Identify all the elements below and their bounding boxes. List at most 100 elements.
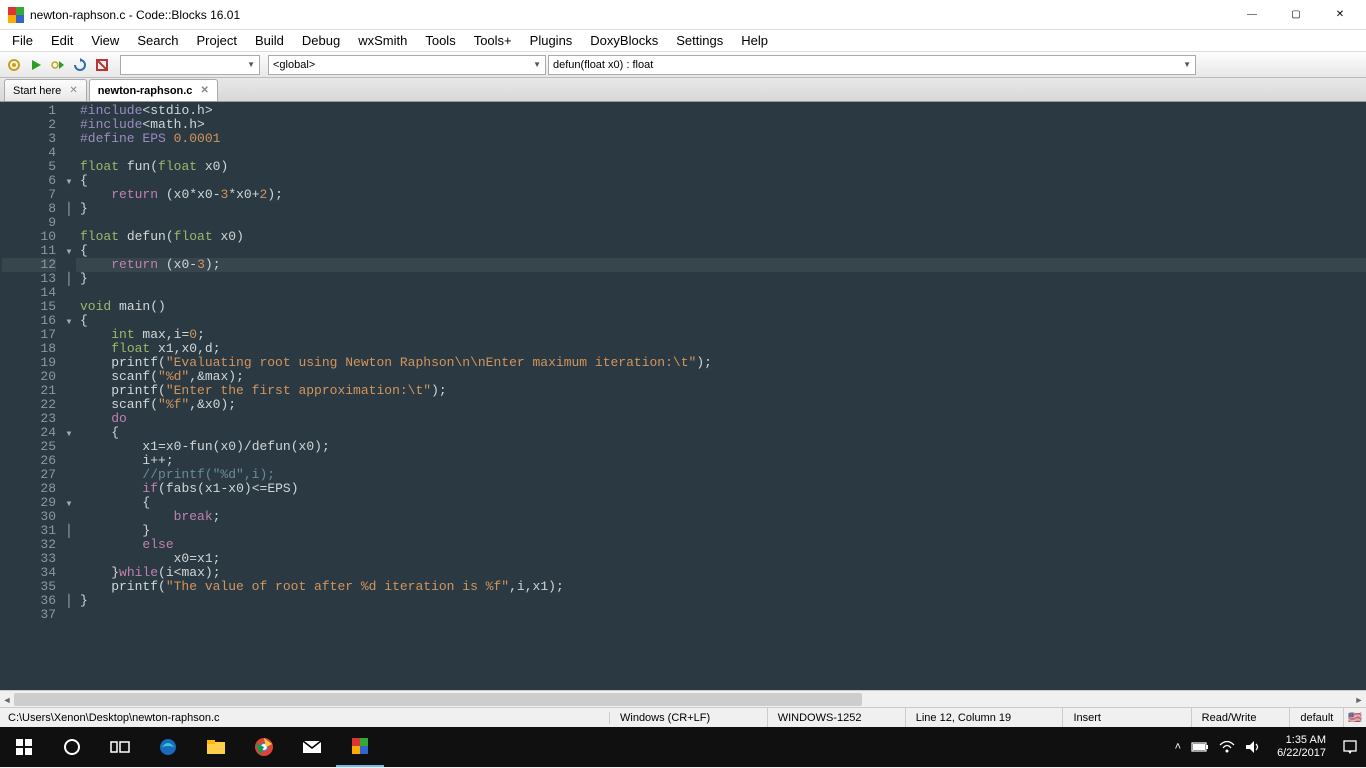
code-line[interactable] — [80, 608, 1362, 622]
code-line[interactable] — [80, 286, 1362, 300]
code-line[interactable]: scanf("%f",&x0); — [80, 398, 1362, 412]
code-line[interactable]: void main() — [80, 300, 1362, 314]
code-area[interactable]: #include<stdio.h>#include<math.h>#define… — [76, 102, 1366, 690]
menu-doxyblocks[interactable]: DoxyBlocks — [582, 31, 666, 50]
codeblocks-task-icon[interactable] — [336, 727, 384, 767]
wifi-icon[interactable] — [1219, 741, 1235, 753]
taskview-icon[interactable] — [96, 727, 144, 767]
horizontal-scrollbar[interactable]: ◄ ► — [0, 690, 1366, 707]
volume-icon[interactable] — [1245, 740, 1261, 754]
rebuild-icon[interactable] — [70, 55, 90, 75]
edge-icon[interactable] — [144, 727, 192, 767]
code-line[interactable]: float defun(float x0) — [80, 230, 1362, 244]
code-line[interactable]: } — [80, 272, 1362, 286]
menu-view[interactable]: View — [83, 31, 127, 50]
code-line[interactable]: { — [80, 314, 1362, 328]
menu-plugins[interactable]: Plugins — [522, 31, 581, 50]
explorer-icon[interactable] — [192, 727, 240, 767]
fold-marker[interactable]: ▾ — [62, 174, 76, 188]
menu-settings[interactable]: Settings — [668, 31, 731, 50]
code-line[interactable]: i++; — [80, 454, 1362, 468]
fold-marker[interactable]: ▾ — [62, 496, 76, 510]
status-eol: Windows (CR+LF) — [610, 708, 768, 727]
code-line[interactable]: do — [80, 412, 1362, 426]
code-line[interactable]: } — [80, 524, 1362, 538]
menu-edit[interactable]: Edit — [43, 31, 81, 50]
code-line[interactable] — [80, 146, 1362, 160]
toolbar: ▼ <global>▼ defun(float x0) : float▼ — [0, 52, 1366, 78]
mail-icon[interactable] — [288, 727, 336, 767]
code-line[interactable]: printf("Enter the first approximation:\t… — [80, 384, 1362, 398]
run-icon[interactable] — [26, 55, 46, 75]
maximize-button[interactable]: ▢ — [1282, 5, 1310, 25]
code-line[interactable]: return (x0-3); — [80, 258, 1362, 272]
close-button[interactable]: ✕ — [1326, 5, 1354, 25]
code-line[interactable]: int max,i=0; — [80, 328, 1362, 342]
code-line[interactable]: #include<stdio.h> — [80, 104, 1362, 118]
clock[interactable]: 1:35 AM 6/22/2017 — [1271, 734, 1332, 760]
code-line[interactable]: return (x0*x0-3*x0+2); — [80, 188, 1362, 202]
menu-help[interactable]: Help — [733, 31, 776, 50]
clock-date: 6/22/2017 — [1277, 747, 1326, 760]
menu-wxsmith[interactable]: wxSmith — [350, 31, 415, 50]
build-run-icon[interactable] — [48, 55, 68, 75]
tab-close-icon[interactable]: ✕ — [200, 85, 208, 96]
menu-tools[interactable]: Tools — [417, 31, 463, 50]
menu-file[interactable]: File — [4, 31, 41, 50]
code-line[interactable]: { — [80, 426, 1362, 440]
notifications-icon[interactable] — [1342, 739, 1358, 755]
code-line[interactable]: x0=x1; — [80, 552, 1362, 566]
tab-close-icon[interactable]: ✕ — [69, 85, 77, 96]
tab-newton-raphson-c[interactable]: newton-raphson.c✕ — [89, 79, 218, 101]
code-line[interactable]: } — [80, 594, 1362, 608]
fold-marker[interactable]: ▾ — [62, 244, 76, 258]
status-path: C:\Users\Xenon\Desktop\newton-raphson.c — [0, 712, 610, 724]
scroll-right-icon[interactable]: ► — [1352, 691, 1366, 708]
tray-chevron-icon[interactable]: ˄ — [1175, 741, 1181, 753]
code-line[interactable]: { — [80, 174, 1362, 188]
code-line[interactable]: #include<math.h> — [80, 118, 1362, 132]
app-icon — [8, 7, 24, 23]
code-line[interactable]: { — [80, 496, 1362, 510]
code-line[interactable]: }while(i<max); — [80, 566, 1362, 580]
code-line[interactable]: } — [80, 202, 1362, 216]
code-line[interactable]: //printf("%d",i); — [80, 468, 1362, 482]
code-line[interactable]: printf("Evaluating root using Newton Rap… — [80, 356, 1362, 370]
code-line[interactable] — [80, 216, 1362, 230]
code-line[interactable]: float x1,x0,d; — [80, 342, 1362, 356]
code-line[interactable]: x1=x0-fun(x0)/defun(x0); — [80, 440, 1362, 454]
code-line[interactable]: else — [80, 538, 1362, 552]
code-line[interactable]: float fun(float x0) — [80, 160, 1362, 174]
function-dropdown[interactable]: defun(float x0) : float▼ — [548, 55, 1196, 75]
fold-marker[interactable]: ▾ — [62, 314, 76, 328]
fold-marker[interactable]: ▾ — [62, 426, 76, 440]
scope-dropdown[interactable]: <global>▼ — [268, 55, 546, 75]
menubar: FileEditViewSearchProjectBuildDebugwxSmi… — [0, 30, 1366, 52]
scroll-left-icon[interactable]: ◄ — [0, 691, 14, 708]
minimize-button[interactable]: — — [1238, 5, 1266, 25]
menu-tools+[interactable]: Tools+ — [466, 31, 520, 50]
target-dropdown[interactable]: ▼ — [120, 55, 260, 75]
cortana-icon[interactable] — [48, 727, 96, 767]
flag-icon: 🇺🇸 — [1344, 711, 1366, 724]
start-button[interactable] — [0, 727, 48, 767]
status-lang: default — [1290, 708, 1344, 727]
tab-start-here[interactable]: Start here✕ — [4, 79, 87, 101]
gear-icon[interactable] — [4, 55, 24, 75]
menu-build[interactable]: Build — [247, 31, 292, 50]
menu-debug[interactable]: Debug — [294, 31, 348, 50]
code-line[interactable]: #define EPS 0.0001 — [80, 132, 1362, 146]
chrome-icon[interactable] — [240, 727, 288, 767]
battery-icon[interactable] — [1191, 741, 1209, 753]
code-line[interactable]: break; — [80, 510, 1362, 524]
menu-search[interactable]: Search — [129, 31, 186, 50]
fold-marker: │ — [62, 524, 76, 538]
abort-icon[interactable] — [92, 55, 112, 75]
menu-project[interactable]: Project — [189, 31, 245, 50]
code-line[interactable]: printf("The value of root after %d itera… — [80, 580, 1362, 594]
code-line[interactable]: if(fabs(x1-x0)<=EPS) — [80, 482, 1362, 496]
code-line[interactable]: { — [80, 244, 1362, 258]
code-line[interactable]: scanf("%d",&max); — [80, 370, 1362, 384]
scroll-thumb[interactable] — [14, 693, 862, 706]
fold-marker: │ — [62, 272, 76, 286]
